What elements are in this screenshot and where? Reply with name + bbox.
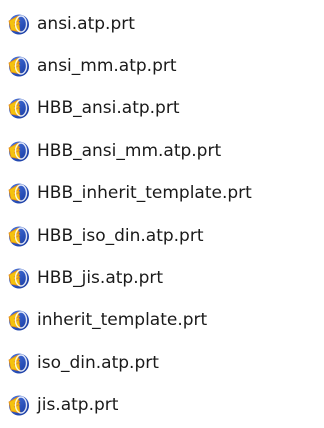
list-item[interactable]: ansi.atp.prt	[6, 6, 320, 42]
prt-file-icon	[8, 268, 29, 289]
prt-file-icon	[8, 310, 29, 331]
prt-file-icon	[8, 56, 29, 77]
file-name: HBB_ansi.atp.prt	[37, 98, 180, 118]
file-name: HBB_jis.atp.prt	[37, 268, 164, 288]
list-item[interactable]: HBB_ansi_mm.atp.prt	[6, 133, 320, 169]
list-item[interactable]: inherit_template.prt	[6, 302, 320, 338]
file-name: HBB_iso_din.atp.prt	[37, 226, 204, 246]
list-item[interactable]: jis.atp.prt	[6, 387, 320, 423]
prt-file-icon	[8, 226, 29, 247]
file-name: iso_din.atp.prt	[37, 353, 159, 373]
list-item[interactable]: iso_din.atp.prt	[6, 345, 320, 381]
list-item[interactable]: HBB_inherit_template.prt	[6, 175, 320, 211]
file-name: ansi.atp.prt	[37, 14, 135, 34]
prt-file-icon	[8, 141, 29, 162]
prt-file-icon	[8, 183, 29, 204]
file-name: ansi_mm.atp.prt	[37, 56, 177, 76]
file-name: HBB_inherit_template.prt	[37, 183, 252, 203]
prt-file-icon	[8, 98, 29, 119]
prt-file-icon	[8, 395, 29, 416]
list-item[interactable]: HBB_ansi.atp.prt	[6, 90, 320, 126]
file-list: ansi.atp.prt ansi_mm.atp.prt HBB_ansi.at…	[0, 0, 324, 428]
prt-file-icon	[8, 353, 29, 374]
file-name: jis.atp.prt	[37, 395, 119, 415]
file-name: inherit_template.prt	[37, 310, 208, 330]
file-name: HBB_ansi_mm.atp.prt	[37, 141, 222, 161]
prt-file-icon	[8, 14, 29, 35]
list-item[interactable]: HBB_jis.atp.prt	[6, 260, 320, 296]
list-item[interactable]: HBB_iso_din.atp.prt	[6, 218, 320, 254]
list-item[interactable]: ansi_mm.atp.prt	[6, 48, 320, 84]
